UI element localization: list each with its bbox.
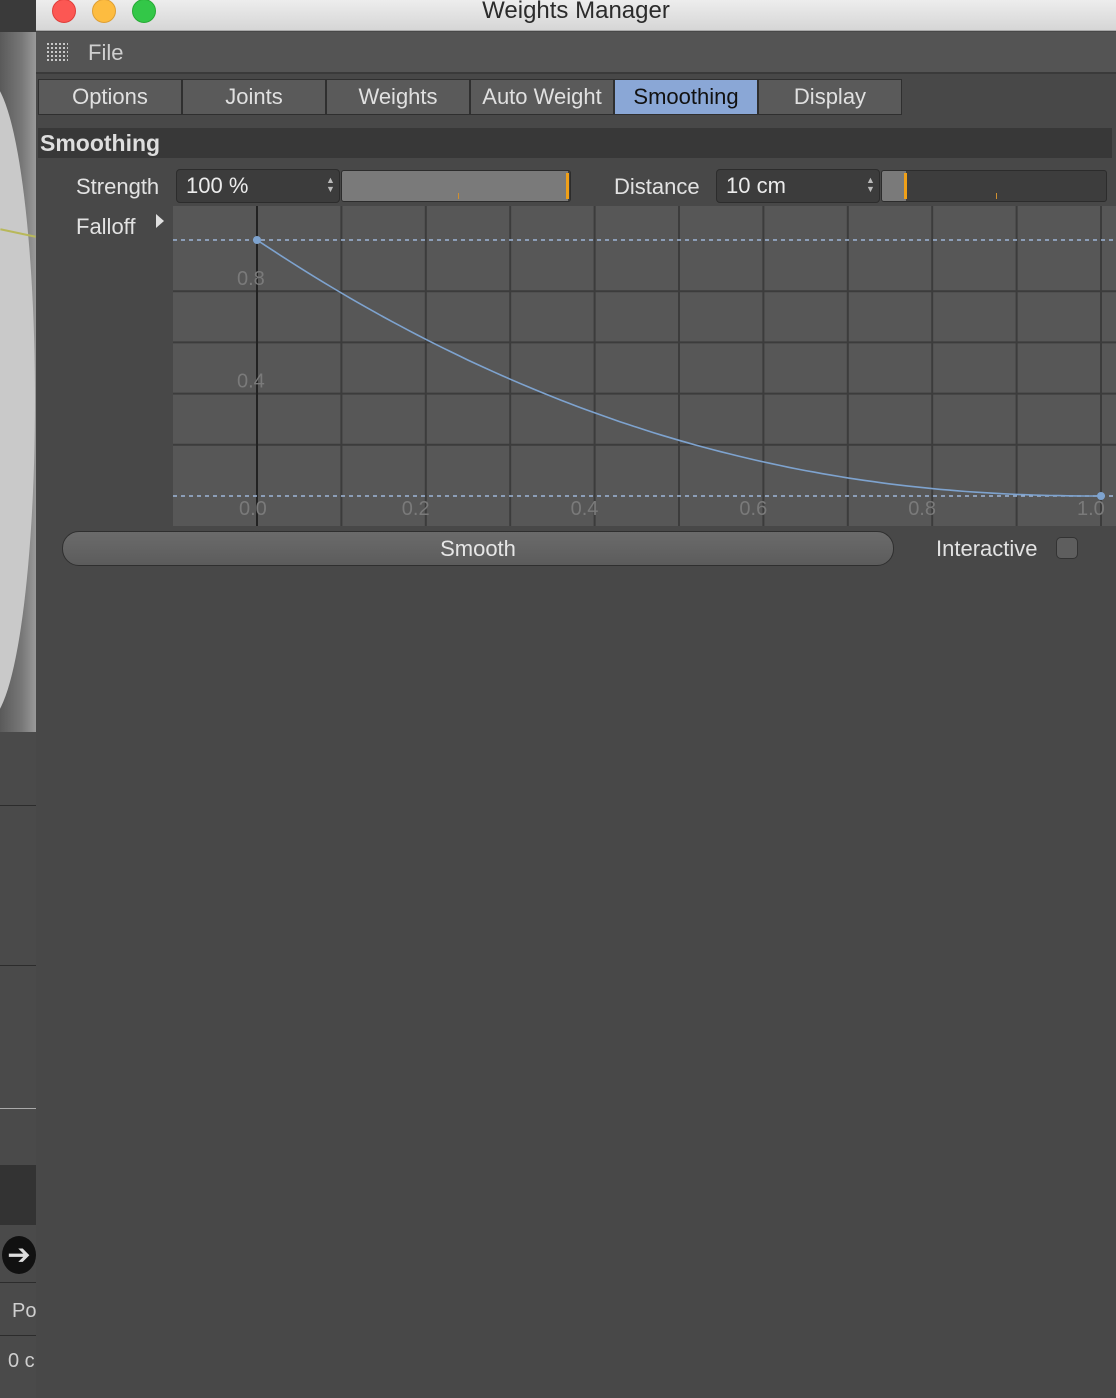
smooth-button[interactable]: Smooth — [62, 531, 894, 566]
graph-background — [173, 206, 1116, 526]
distance-field[interactable]: 10 cm ▲ ▼ — [716, 169, 880, 203]
tab-joints[interactable]: Joints — [182, 79, 326, 115]
strength-slider[interactable] — [341, 170, 571, 202]
slider-fill — [342, 171, 568, 201]
distance-label: Distance — [614, 174, 700, 199]
divider — [0, 805, 36, 806]
slider-tick — [458, 193, 459, 199]
window-title: Weights Manager — [482, 0, 670, 24]
tab-bar: Options Joints Weights Auto Weight Smoot… — [38, 79, 902, 115]
x-tick-label: 0.4 — [571, 498, 599, 520]
title-bar: Weights Manager — [36, 0, 1116, 31]
background-text: Po — [12, 1300, 36, 1322]
strength-label: Strength — [76, 174, 160, 199]
arrow-right-icon[interactable]: ➔ — [2, 1236, 36, 1274]
distance-slider[interactable] — [881, 170, 1107, 202]
x-tick-label: 0.8 — [908, 498, 936, 520]
timeline-strip — [0, 1165, 36, 1225]
stepper-icon[interactable]: ▲ ▼ — [326, 176, 335, 196]
tab-smoothing[interactable]: Smoothing — [614, 79, 758, 115]
menu-file[interactable]: File — [88, 40, 123, 66]
section-title: Smoothing — [40, 130, 161, 156]
expand-arrow-icon[interactable] — [156, 214, 164, 228]
x-tick-label: 1.0 — [1077, 498, 1105, 520]
falloff-spline-graph[interactable]: 0.8 0.4 0.0 0.2 0.4 0.6 0.8 1.0 — [173, 206, 1116, 526]
strength-value: 100 % — [186, 173, 249, 198]
slider-fill — [882, 171, 906, 201]
panel-grip-icon[interactable] — [46, 42, 68, 62]
background-titlebar — [0, 0, 36, 32]
y-tick-label: 0.8 — [237, 268, 265, 290]
x-tick-label: 0.0 — [239, 498, 267, 520]
divider — [0, 965, 36, 966]
divider — [0, 1108, 36, 1109]
tab-options[interactable]: Options — [38, 79, 182, 115]
tab-auto-weight[interactable]: Auto Weight — [470, 79, 614, 115]
background-text: 0 c — [8, 1350, 35, 1372]
background-window: ➔ Po 0 c — [0, 0, 36, 1398]
divider — [0, 1335, 36, 1336]
x-tick-label: 0.6 — [739, 498, 767, 520]
slider-knob[interactable] — [904, 173, 907, 199]
y-tick-label: 0.4 — [237, 371, 265, 393]
curve-control-point — [253, 236, 261, 244]
slider-tick — [996, 193, 997, 199]
interactive-label: Interactive — [936, 536, 1038, 561]
tab-weights[interactable]: Weights — [326, 79, 470, 115]
section-header: Smoothing — [38, 128, 1112, 158]
tab-display[interactable]: Display — [758, 79, 902, 115]
curve-control-point — [1097, 492, 1105, 500]
distance-value: 10 cm — [726, 173, 786, 198]
slider-knob[interactable] — [566, 173, 569, 199]
weights-manager-window: Weights Manager File Options Joints Weig… — [36, 0, 1116, 1398]
x-tick-label: 0.2 — [402, 498, 430, 520]
menu-bar: File — [36, 32, 1116, 74]
stepper-icon[interactable]: ▲ ▼ — [866, 176, 875, 196]
strength-field[interactable]: 100 % ▲ ▼ — [176, 169, 340, 203]
interactive-checkbox[interactable] — [1056, 537, 1078, 559]
falloff-label: Falloff — [76, 214, 136, 239]
divider — [0, 1282, 36, 1283]
